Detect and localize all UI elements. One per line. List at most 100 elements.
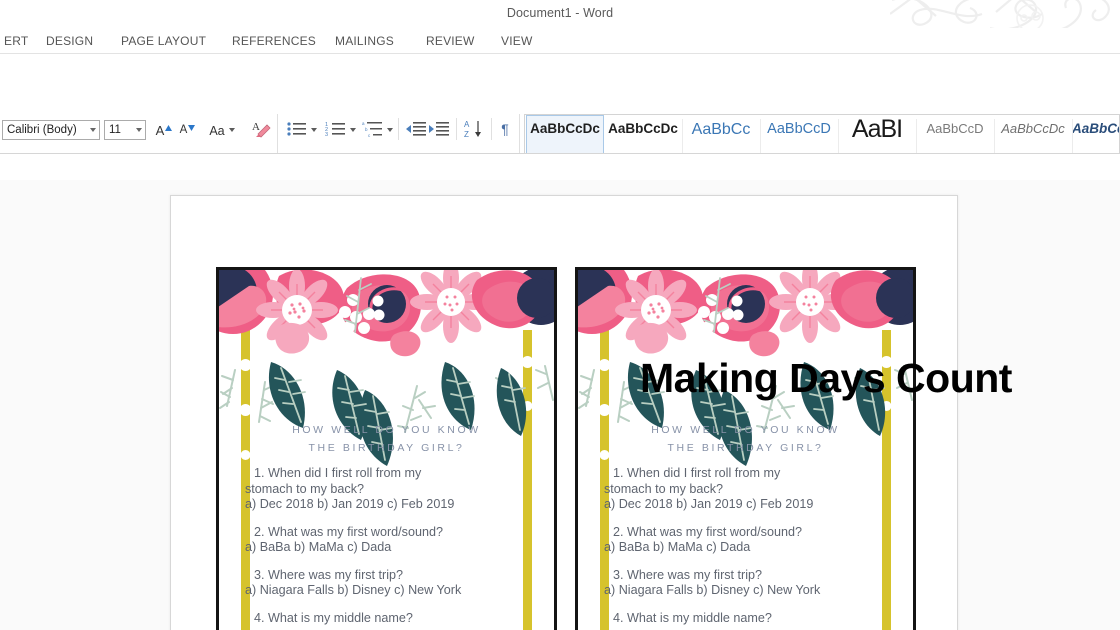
change-case-icon: Aa xyxy=(209,124,225,138)
picture-content-left: HOW WELL DO YOU KNOW THE BIRTHDAY GIRL? … xyxy=(219,270,554,630)
style-preview: AaBbCс xyxy=(1072,121,1120,136)
quiz-question-1: 1. When did I first roll from my stomach… xyxy=(604,466,894,513)
tab-review[interactable]: REVIEW xyxy=(422,28,476,54)
chevron-down-icon[interactable] xyxy=(136,128,142,132)
clear-formatting-icon: A xyxy=(252,121,271,138)
svg-text:A: A xyxy=(252,121,260,133)
paragraph-divider-1 xyxy=(398,118,399,140)
font-size-combo[interactable]: 11 xyxy=(104,120,146,140)
numbering-button[interactable]: 1 2 3 xyxy=(325,119,347,139)
tab-design[interactable]: DESIGN xyxy=(42,28,100,54)
ribbon-tab-strip: ERT DESIGN PAGE LAYOUT REFERENCES MAILINGS RE… xyxy=(0,28,1120,54)
overlay-watermark-text: Making Days Count xyxy=(640,355,1012,401)
quiz-question-4: 4. What is my middle name? xyxy=(604,611,894,627)
bullets-button[interactable] xyxy=(286,119,308,139)
q2-answers: a) BaBa b) MaMa c) Dada xyxy=(245,540,392,554)
inserted-picture-left[interactable]: HOW WELL DO YOU KNOW THE BIRTHDAY GIRL? … xyxy=(216,267,557,630)
inserted-picture-right[interactable]: HOW WELL DO YOU KNOW THE BIRTHDAY GIRL? … xyxy=(575,267,916,630)
q1-answers: a) Dec 2018 b) Jan 2019 c) Feb 2019 xyxy=(245,497,455,511)
q3-answers: a) Niagara Falls b) Disney c) New York xyxy=(604,583,821,597)
quiz-questions-left: 1. When did I first roll from my stomach… xyxy=(245,466,535,630)
svg-text:A: A xyxy=(464,120,470,129)
quiz-question-4: 4. What is my middle name? xyxy=(245,611,535,627)
q1-line1: 1. When did I first roll from my xyxy=(254,466,422,480)
q4-line1: 4. What is my middle name? xyxy=(613,610,772,625)
q1-line1: 1. When did I first roll from my xyxy=(613,466,781,480)
down-triangle-icon xyxy=(188,125,195,131)
font-size-value: 11 xyxy=(109,124,121,136)
q1-line2: stomach to my back? xyxy=(245,481,364,496)
q1-answers: a) Dec 2018 b) Jan 2019 c) Feb 2019 xyxy=(604,497,814,511)
sort-button[interactable]: A Z xyxy=(463,118,485,140)
style-preview: AaBbCс xyxy=(691,121,751,138)
quiz-question-3: 3. Where was my first trip? a) Niagara F… xyxy=(245,568,535,599)
shrink-font-button[interactable]: A xyxy=(176,120,196,140)
q4-line1: 4. What is my middle name? xyxy=(254,610,413,625)
show-formatting-marks-button[interactable]: ¶ xyxy=(496,118,514,140)
ribbon: Calibri (Body) 11 A A Aa A 1 2 3 a b c A… xyxy=(0,54,1120,202)
document-page[interactable]: HOW WELL DO YOU KNOW THE BIRTHDAY GIRL? … xyxy=(170,195,958,630)
ruler-band: 2112345678910111213141516171819202122242… xyxy=(0,154,1120,334)
clear-formatting-button[interactable]: A xyxy=(250,118,272,140)
sort-icon: A Z xyxy=(464,120,481,139)
multilevel-chevron-down-icon[interactable] xyxy=(387,128,393,132)
q2-answers: a) BaBa b) MaMa c) Dada xyxy=(604,540,751,554)
decrease-indent-icon xyxy=(406,122,426,136)
paragraph-divider-3 xyxy=(491,118,492,140)
bullets-chevron-down-icon[interactable] xyxy=(311,128,317,132)
paragraph-divider-2 xyxy=(456,118,457,140)
tab-page-layout[interactable]: PAGE LAYOUT xyxy=(117,28,207,54)
q3-line1: 3. Where was my first trip? xyxy=(254,567,404,582)
grow-font-button[interactable]: A xyxy=(152,120,172,140)
svg-text:3: 3 xyxy=(325,132,328,138)
word-application-window: Document1 - Word ERT DESIGN PAGE LAYOUT REF… xyxy=(0,0,1120,630)
change-case-button[interactable]: Aa xyxy=(206,120,238,140)
bullets-icon xyxy=(287,122,306,136)
style-preview: AaBbCcD xyxy=(767,121,831,137)
tab-references[interactable]: REFERENCES xyxy=(228,28,316,54)
picture-content-right: HOW WELL DO YOU KNOW THE BIRTHDAY GIRL? … xyxy=(578,270,913,630)
q2-line1: 2. What was my first word/sound? xyxy=(254,524,443,539)
font-name-value: Calibri (Body) xyxy=(7,124,77,136)
style-preview: AaBbCcDc xyxy=(530,121,600,136)
tab-ert[interactable]: ERT xyxy=(0,28,34,54)
svg-text:a: a xyxy=(362,121,365,126)
increase-indent-icon xyxy=(429,122,449,136)
picture-heading-line2-left: THE BIRTHDAY GIRL? xyxy=(308,442,465,454)
chevron-down-icon[interactable] xyxy=(90,128,96,132)
chevron-down-icon[interactable] xyxy=(229,128,235,132)
tab-mailings[interactable]: MAILINGS xyxy=(331,28,401,54)
multilevel-list-icon: a b c xyxy=(362,121,382,138)
picture-heading-line1-left: HOW WELL DO YOU KNOW xyxy=(292,424,481,436)
title-bar: Document1 - Word xyxy=(0,0,1120,28)
svg-text:b: b xyxy=(365,127,368,132)
picture-heading-line2-right: THE BIRTHDAY GIRL? xyxy=(667,442,824,454)
pilcrow-icon: ¶ xyxy=(501,121,509,137)
quiz-question-2: 2. What was my first word/sound? a) BaBa… xyxy=(604,525,894,556)
font-name-combo[interactable]: Calibri (Body) xyxy=(2,120,100,140)
style-preview: AaBbCcD xyxy=(926,121,984,136)
style-preview: AaBІ xyxy=(851,115,903,143)
increase-indent-button[interactable] xyxy=(428,119,450,139)
quiz-question-3: 3. Where was my first trip? a) Niagara F… xyxy=(604,568,894,599)
svg-text:Z: Z xyxy=(464,130,469,139)
q3-line1: 3. Where was my first trip? xyxy=(613,567,763,582)
window-title: Document1 - Word xyxy=(506,6,614,20)
quiz-questions-right: 1. When did I first roll from my stomach… xyxy=(604,466,894,630)
numbering-chevron-down-icon[interactable] xyxy=(350,128,356,132)
up-triangle-icon xyxy=(165,125,172,131)
numbering-icon: 1 2 3 xyxy=(325,122,345,138)
multilevel-list-button[interactable]: a b c xyxy=(362,119,384,139)
quiz-question-2: 2. What was my first word/sound? a) BaBa… xyxy=(245,525,535,556)
quiz-question-1: 1. When did I first roll from my stomach… xyxy=(245,466,535,513)
q3-answers: a) Niagara Falls b) Disney c) New York xyxy=(245,583,462,597)
decrease-indent-button[interactable] xyxy=(405,119,427,139)
svg-text:c: c xyxy=(368,133,371,138)
style-preview: AaBbCcDc xyxy=(608,121,678,136)
picture-heading-line1-right: HOW WELL DO YOU KNOW xyxy=(651,424,840,436)
floral-header-graphic xyxy=(219,270,554,357)
q2-line1: 2. What was my first word/sound? xyxy=(613,524,802,539)
tab-view[interactable]: VIEW xyxy=(497,28,535,54)
style-preview: AaBbCcDc xyxy=(1001,121,1065,136)
document-canvas[interactable]: HOW WELL DO YOU KNOW THE BIRTHDAY GIRL? … xyxy=(0,180,1120,630)
